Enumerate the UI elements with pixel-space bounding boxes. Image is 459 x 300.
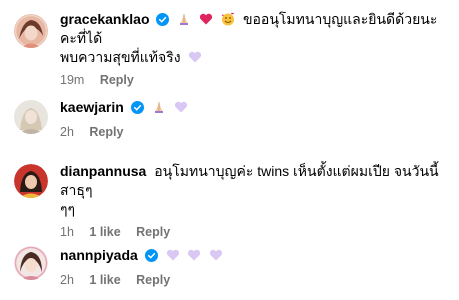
verified-badge-icon <box>156 13 170 26</box>
reply-button[interactable]: Reply <box>136 225 170 239</box>
purple-heart-emoji-icon <box>209 248 223 262</box>
like-count[interactable]: 1 like <box>89 225 120 239</box>
reply-button[interactable]: Reply <box>89 125 123 139</box>
verified-badge-icon <box>130 101 144 114</box>
comment-timestamp: 19m <box>60 73 85 87</box>
praying-hands-emoji-icon <box>152 100 166 114</box>
smiling-face-with-hearts-emoji-icon <box>221 12 235 26</box>
purple-heart-emoji-icon <box>188 50 202 64</box>
verified-badge-icon <box>144 249 158 262</box>
reply-button[interactable]: Reply <box>100 73 134 87</box>
comment-timestamp: 1h <box>60 225 74 239</box>
reply-button[interactable]: Reply <box>136 273 170 287</box>
avatar[interactable] <box>14 14 48 48</box>
like-count[interactable]: 1 like <box>89 273 120 287</box>
purple-heart-emoji-icon <box>187 248 201 262</box>
avatar[interactable] <box>14 100 48 134</box>
comment-username[interactable]: dianpannusa <box>60 163 146 179</box>
comment-timestamp: 2h <box>60 273 74 287</box>
comment-username[interactable]: kaewjarin <box>60 99 124 115</box>
comment-text-continued: ๆๆ <box>60 201 76 217</box>
purple-heart-emoji-icon <box>166 248 180 262</box>
comment-username[interactable]: nannpiyada <box>60 247 138 263</box>
red-heart-emoji-icon <box>199 12 213 26</box>
avatar[interactable] <box>14 246 48 280</box>
comment-timestamp: 2h <box>60 125 74 139</box>
comment-text-continued: พบความสุขที่แท้จริง <box>60 49 181 65</box>
purple-heart-emoji-icon <box>174 100 188 114</box>
comment-username[interactable]: gracekanklao <box>60 11 150 27</box>
praying-hands-emoji-icon <box>177 12 191 26</box>
avatar[interactable] <box>14 164 48 198</box>
